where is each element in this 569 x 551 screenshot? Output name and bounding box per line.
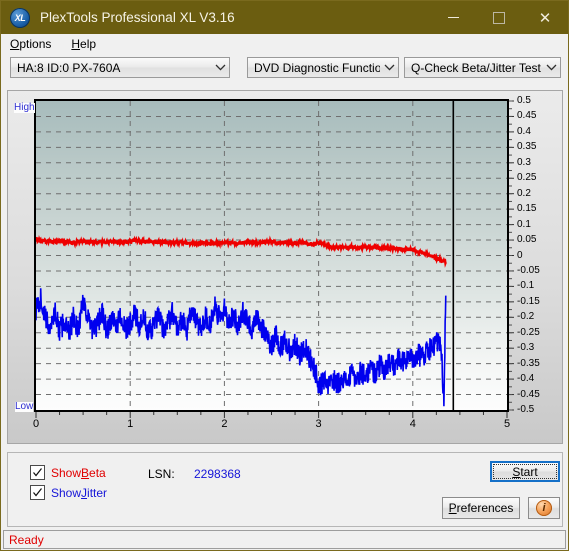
- test-select-value: Q-Check Beta/Jitter Test: [411, 60, 541, 75]
- preferences-button-label: references: [456, 501, 514, 515]
- status-bar: Ready: [3, 530, 566, 549]
- close-icon: ✕: [538, 9, 552, 27]
- menu-help-accel: H: [71, 37, 81, 51]
- y-tick-label: -0.45: [517, 388, 540, 400]
- lsn-label: LSN:: [148, 467, 175, 481]
- chevron-down-icon: [542, 58, 560, 77]
- maximize-icon: [493, 11, 505, 24]
- test-select[interactable]: Q-Check Beta/Jitter Test: [404, 57, 561, 78]
- minimize-icon: [447, 17, 459, 18]
- x-tick-label: 5: [503, 418, 511, 430]
- drive-select-value: HA:8 ID:0 PX-760A: [17, 60, 121, 75]
- x-tick-label: 0: [32, 418, 40, 430]
- y-tick-label: 0.05: [517, 234, 537, 246]
- menu-options-accel: O: [10, 37, 20, 51]
- y-tick-label: 0.4: [517, 125, 531, 137]
- maximize-button[interactable]: [476, 1, 522, 34]
- preferences-button[interactable]: Preferences: [442, 497, 520, 519]
- y-tick-label: 0.45: [517, 110, 537, 122]
- y-tick-label: 0.2: [517, 187, 531, 199]
- show-beta-label-rest: eta: [89, 465, 106, 480]
- show-jitter-label-pre: Show: [51, 485, 82, 500]
- check-icon: [33, 468, 42, 477]
- info-button[interactable]: i: [528, 497, 560, 519]
- y-tick-label: 0.15: [517, 203, 537, 215]
- minimize-button[interactable]: [430, 1, 476, 34]
- show-jitter-label-rest: itter: [87, 485, 108, 500]
- plot-svg: [36, 101, 507, 410]
- window-controls: ✕: [430, 1, 568, 34]
- y-tick-label: 0.5: [517, 95, 531, 106]
- app-logo-icon: XL: [10, 7, 30, 28]
- y-tick-label: -0.1: [517, 280, 535, 292]
- chevron-down-icon: [380, 58, 398, 77]
- axis-label-high: High: [14, 102, 35, 113]
- x-tick-label: 3: [315, 418, 322, 430]
- plot-wrapper: [34, 99, 509, 412]
- y-tick-label: 0.3: [517, 156, 531, 168]
- menu-help[interactable]: Help: [69, 36, 105, 52]
- menu-help-label: elp: [80, 37, 97, 51]
- checkbox-box[interactable]: [30, 465, 45, 480]
- info-icon: i: [536, 500, 552, 516]
- window-title: PlexTools Professional XL V3.16: [40, 10, 235, 25]
- x-tick-label: 4: [409, 418, 416, 430]
- show-beta-label-accel: B: [81, 465, 90, 480]
- function-select-value: DVD Diagnostic Functions: [254, 60, 380, 75]
- y-tick-label: 0: [517, 249, 523, 261]
- y-tick-label: -0.3: [517, 342, 535, 354]
- y-tick-label: -0.15: [517, 295, 540, 307]
- status-text: Ready: [9, 532, 44, 547]
- axis-label-low: Low: [15, 401, 34, 412]
- y-tick-label: -0.2: [517, 311, 535, 323]
- toolbar: HA:8 ID:0 PX-760A DVD Diagnostic Functio…: [1, 54, 568, 84]
- window-titlebar: XL PlexTools Professional XL V3.16 ✕: [1, 1, 568, 34]
- chevron-down-icon: [211, 58, 229, 77]
- start-button[interactable]: Start: [490, 461, 560, 482]
- start-button-label: tart: [520, 464, 538, 479]
- drive-select[interactable]: HA:8 ID:0 PX-760A: [10, 57, 230, 78]
- y-tick-label: -0.5: [517, 404, 535, 415]
- y-tick-label: -0.25: [517, 326, 540, 338]
- function-select[interactable]: DVD Diagnostic Functions: [247, 57, 399, 78]
- lsn-value: 2298368: [194, 467, 241, 481]
- y-tick-label: 0.1: [517, 218, 531, 230]
- y-tick-label: -0.4: [517, 373, 535, 385]
- close-button[interactable]: ✕: [522, 1, 568, 34]
- chart-panel: High Low 0.5 0.45 0.4 0.35 0.3 0.25 0.2 0.15 0.1…: [7, 90, 563, 444]
- x-tick-label: 2: [221, 418, 228, 430]
- controls-group: Show B eta Show J itter LSN: 2298368 Sta…: [7, 452, 563, 527]
- plextools-window: XL PlexTools Professional XL V3.16 ✕ Opt…: [0, 0, 569, 551]
- y-tick-label: 0.25: [517, 172, 537, 184]
- y-tick-label: 0.35: [517, 141, 537, 153]
- checkbox-box[interactable]: [30, 485, 45, 500]
- y-tick-label: -0.05: [517, 264, 540, 276]
- check-icon: [33, 488, 42, 497]
- preferences-button-accel: P: [448, 501, 457, 515]
- show-jitter-checkbox[interactable]: Show J itter: [30, 485, 107, 500]
- show-beta-checkbox[interactable]: Show B eta: [30, 465, 106, 480]
- x-tick-label: 1: [127, 418, 134, 430]
- show-beta-label-pre: Show: [51, 465, 82, 480]
- beta-jitter-plot[interactable]: [34, 99, 509, 412]
- menubar: Options Help: [1, 34, 568, 54]
- menu-options-label: ptions: [19, 37, 52, 51]
- y-tick-label: -0.35: [517, 357, 540, 369]
- menu-options[interactable]: Options: [8, 36, 60, 52]
